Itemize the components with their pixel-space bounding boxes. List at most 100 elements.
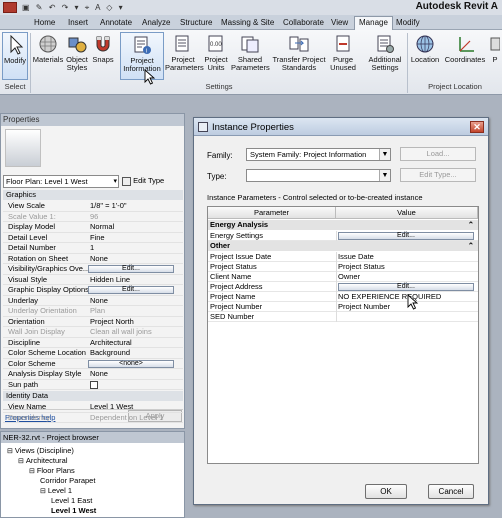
value-column-header[interactable]: Value — [336, 207, 478, 219]
property-value[interactable]: None — [90, 369, 182, 379]
tab-analyze[interactable]: Analyze — [138, 17, 174, 28]
project-units-button[interactable]: 0.00 Project Units — [202, 32, 230, 80]
property-value[interactable]: Level 1 West — [90, 402, 182, 412]
property-row[interactable]: Display Model Normal — [3, 222, 183, 233]
parameter-value[interactable]: Project Status — [338, 262, 476, 272]
parameter-row[interactable]: Project Name NO EXPERIENCE REQUIRED — [208, 292, 478, 302]
family-dropdown[interactable]: System Family: Project Information ▼ — [246, 148, 391, 161]
property-row[interactable]: Orientation Project North — [3, 317, 183, 327]
edit-type-button[interactable]: Edit Type... — [400, 168, 476, 182]
browser-tree-item[interactable]: Level 1 West — [51, 506, 96, 515]
transfer-project-standards-button[interactable]: Transfer Project Standards — [270, 32, 328, 80]
property-value[interactable]: 96 — [90, 212, 182, 222]
property-row[interactable]: Rotation on Sheet None — [3, 254, 183, 264]
shared-parameters-button[interactable]: Shared Parameters — [231, 32, 270, 80]
materials-button[interactable]: Materials — [32, 32, 64, 80]
browser-tree-item[interactable]: ⊟ Views (Discipline) — [7, 446, 74, 455]
type-dropdown[interactable]: ▼ — [246, 169, 391, 182]
property-row[interactable]: Wall Join Display Clean all wall joins — [3, 327, 183, 338]
collapse-toggle-icon[interactable]: ⊟ — [29, 468, 37, 475]
parameter-row[interactable]: SED Number — [208, 312, 478, 322]
collapse-toggle-icon[interactable]: ⊟ — [7, 448, 15, 455]
cancel-button[interactable]: Cancel — [428, 484, 474, 499]
graphics-section-header[interactable]: Graphics — [3, 190, 183, 200]
tab-collaborate[interactable]: Collaborate — [279, 17, 328, 28]
load-button[interactable]: Load... — [400, 147, 476, 161]
parameter-row[interactable]: Project Address Edit... — [208, 282, 478, 292]
browser-tree-item[interactable]: Corridor Parapet — [40, 476, 95, 485]
property-edit-button[interactable]: <none> — [88, 359, 174, 368]
snaps-button[interactable]: Snaps — [91, 32, 115, 80]
property-row[interactable]: Color Scheme <none> — [3, 359, 183, 369]
collapse-toggle-icon[interactable]: ⊟ — [40, 488, 48, 495]
purge-unused-button[interactable]: Purge Unused — [329, 32, 357, 80]
property-row[interactable]: View Name Level 1 West — [3, 402, 183, 413]
project-parameters-button[interactable]: Project Parameters — [165, 32, 204, 80]
property-value[interactable]: Fine — [90, 233, 182, 243]
browser-tree-item[interactable]: ⊟ Level 1 — [40, 486, 72, 495]
property-value[interactable]: Hidden Line — [90, 275, 182, 285]
tab-view[interactable]: View — [327, 17, 352, 28]
browser-tree-item[interactable]: ⊟ Architectural — [18, 456, 68, 465]
property-row[interactable]: Analysis Display Style None — [3, 369, 183, 380]
property-row[interactable]: Underlay Orientation Plan — [3, 306, 183, 317]
property-row[interactable]: View Scale 1/8" = 1'-0" — [3, 201, 183, 212]
property-row[interactable]: Color Scheme Location Background — [3, 348, 183, 359]
property-row[interactable]: Detail Number 1 — [3, 243, 183, 254]
collapse-chevron-icon[interactable]: ⌃ — [468, 241, 474, 251]
grid-section-header[interactable]: Other ⌃ — [208, 241, 478, 251]
quick-access-toolbar[interactable]: ▣ ✎ ↶ ↷ ▾ ⌖ A ◇ ▾ — [22, 3, 125, 13]
dialog-title-bar[interactable]: Instance Properties ✕ — [194, 118, 488, 136]
property-value[interactable]: 1/8" = 1'-0" — [90, 201, 182, 211]
identity-data-section-header[interactable]: Identity Data — [3, 391, 183, 401]
parameter-row[interactable]: Project Issue Date Issue Date — [208, 252, 478, 262]
parameter-row[interactable]: Project Status Project Status — [208, 262, 478, 272]
collapse-toggle-icon[interactable]: ⊟ — [18, 458, 26, 465]
parameter-value[interactable]: Issue Date — [338, 252, 476, 262]
tab-massing-site[interactable]: Massing & Site — [217, 17, 278, 28]
property-row[interactable]: Discipline Architectural — [3, 338, 183, 348]
property-row[interactable]: Visibility/Graphics Ove... Edit... — [3, 264, 183, 275]
tab-structure[interactable]: Structure — [176, 17, 216, 28]
property-row[interactable]: Sun path — [3, 380, 183, 392]
property-value[interactable]: Normal — [90, 222, 182, 232]
edit-type-button[interactable]: Edit Type — [122, 176, 164, 186]
browser-tree-item[interactable]: ⊟ Floor Plans — [29, 466, 75, 475]
parameter-row[interactable]: Client Name Owner — [208, 272, 478, 282]
parameter-row[interactable]: Project Number Project Number — [208, 302, 478, 312]
property-row[interactable]: Scale Value 1: 96 — [3, 212, 183, 222]
type-selector-dropdown[interactable]: Floor Plan: Level 1 West ▾ — [3, 175, 119, 188]
property-value[interactable]: Dependent on Level 1 — [90, 413, 182, 423]
property-row[interactable]: Graphic Display Options Edit... — [3, 285, 183, 296]
grid-section-header[interactable]: Energy Analysis ⌃ — [208, 220, 478, 230]
property-value[interactable]: Architectural — [90, 338, 182, 348]
parameter-edit-button[interactable]: Edit... — [338, 232, 474, 240]
tab-modify[interactable]: Modify — [392, 17, 424, 28]
ok-button[interactable]: OK — [365, 484, 407, 499]
property-value[interactable]: Clean all wall joins — [90, 327, 182, 337]
location-button[interactable]: Location — [409, 32, 441, 80]
parameter-edit-button[interactable]: Edit... — [338, 283, 474, 291]
coordinates-button[interactable]: Coordinates — [442, 32, 488, 80]
property-value[interactable]: Project North — [90, 317, 182, 327]
property-row[interactable]: Visual Style Hidden Line — [3, 275, 183, 285]
tab-insert[interactable]: Insert — [64, 17, 92, 28]
property-value[interactable]: Plan — [90, 306, 182, 316]
object-styles-button[interactable]: Object Styles — [64, 32, 90, 80]
browser-tree-item[interactable]: Level 1 East — [51, 496, 92, 505]
property-checkbox[interactable] — [90, 380, 182, 392]
modify-button[interactable]: Modify — [2, 32, 28, 80]
parameter-column-header[interactable]: Parameter — [208, 207, 336, 219]
parameter-row[interactable]: Energy Settings Edit... — [208, 231, 478, 241]
property-row[interactable]: Dependency Dependent on Level 1 — [3, 413, 183, 423]
collapse-chevron-icon[interactable]: ⌃ — [468, 220, 474, 230]
parameter-value[interactable]: Owner — [338, 272, 476, 282]
tab-annotate[interactable]: Annotate — [96, 17, 136, 28]
property-value[interactable]: 1 — [90, 243, 182, 253]
tab-manage[interactable]: Manage — [354, 16, 393, 30]
property-row[interactable]: Underlay None — [3, 296, 183, 306]
property-row[interactable]: Detail Level Fine — [3, 233, 183, 243]
app-menu-button[interactable] — [3, 2, 17, 13]
property-edit-button[interactable]: Edit... — [88, 286, 174, 294]
project-information-button[interactable]: i Project Information — [120, 32, 164, 80]
